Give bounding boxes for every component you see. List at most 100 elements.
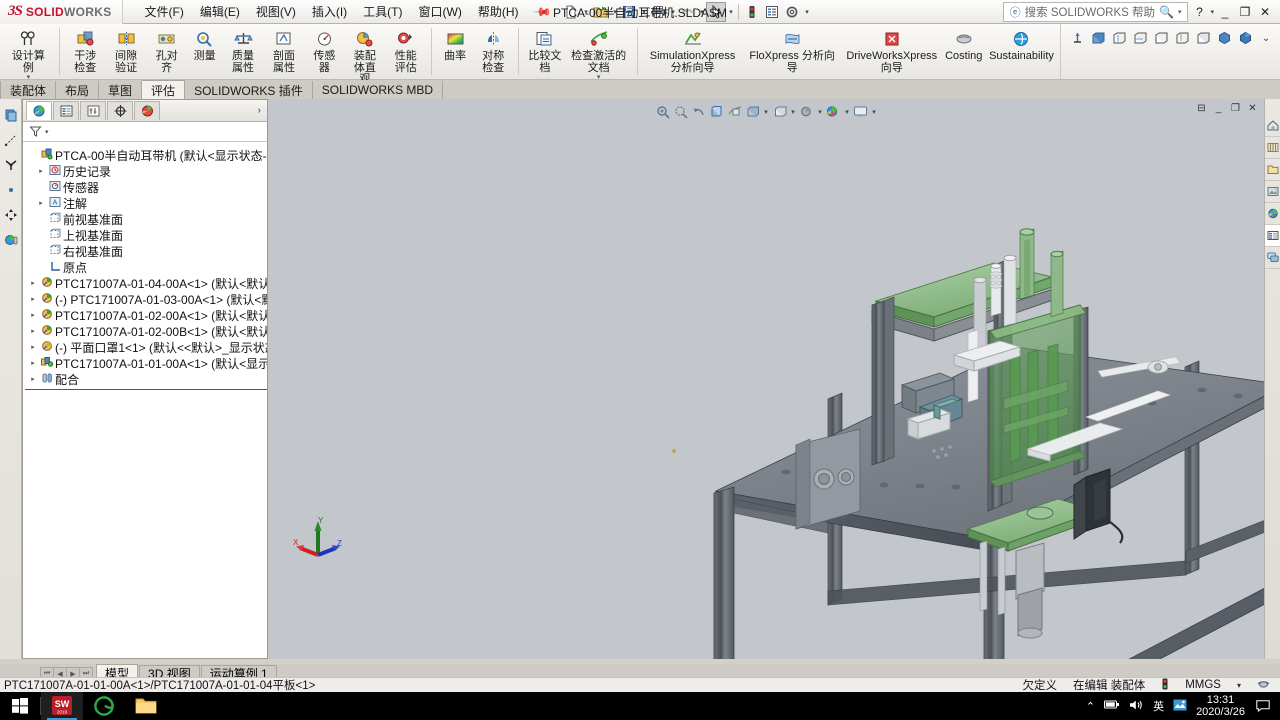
- hide-show-caret-icon[interactable]: ▾: [789, 108, 797, 116]
- menu-insert[interactable]: 插入(I): [304, 0, 355, 23]
- minimize-button[interactable]: _: [1216, 2, 1234, 22]
- tree-item-history[interactable]: ▸ 历史记录: [25, 163, 267, 179]
- sustainability-button[interactable]: Sustainability: [986, 26, 1057, 63]
- menu-view[interactable]: 视图(V): [248, 0, 304, 23]
- tree-item-annotations[interactable]: ▸ A 注解: [25, 195, 267, 211]
- tree-component-01-arrow[interactable]: ▸: [27, 359, 39, 367]
- solidworks-forum-icon[interactable]: [1265, 247, 1280, 269]
- select-button[interactable]: [706, 1, 727, 22]
- new-document-button[interactable]: [561, 2, 581, 22]
- zoom-to-area-icon[interactable]: [672, 103, 689, 120]
- tree-item-component-02-00a[interactable]: ▸ PTC171007A-01-02-00A<1> (默认<默认_显示: [25, 307, 267, 323]
- view-palette-pane-icon[interactable]: [1265, 181, 1280, 203]
- menu-help[interactable]: 帮助(H): [470, 0, 527, 23]
- viewport-maximize-button[interactable]: ❐: [1228, 101, 1243, 115]
- ime-panel-icon[interactable]: [1173, 699, 1187, 714]
- curvature-button[interactable]: 曲率: [437, 26, 473, 63]
- ime-language-icon[interactable]: 英: [1153, 698, 1164, 714]
- tree-item-component-03-00a[interactable]: ▸ (-) PTC171007A-01-03-00A<1> (默认<默认_显: [25, 291, 267, 307]
- tree-component-03-arrow[interactable]: ▸: [27, 295, 39, 303]
- rebuild-button[interactable]: [742, 2, 762, 22]
- help-caret-icon[interactable]: ▾: [1210, 8, 1214, 16]
- zoom-to-fit-icon[interactable]: [654, 103, 671, 120]
- print-caret-icon[interactable]: ▾: [668, 8, 677, 16]
- feature-filter-row[interactable]: ▾: [23, 122, 267, 142]
- battery-icon[interactable]: [1104, 699, 1120, 713]
- new-document-caret-icon[interactable]: ▾: [581, 8, 590, 16]
- restore-button[interactable]: ❐: [1236, 2, 1254, 22]
- apply-scene-caret-icon[interactable]: ▾: [843, 108, 851, 116]
- help-button[interactable]: ?: [1190, 2, 1208, 22]
- sensor-button[interactable]: 传感器: [304, 26, 344, 74]
- solidworks-resources-icon[interactable]: [1265, 115, 1280, 137]
- options-list-button[interactable]: [762, 2, 782, 22]
- section-properties-button[interactable]: 剖面属性: [264, 26, 305, 74]
- search-input[interactable]: 搜索 SOLIDWORKS 帮助: [1025, 4, 1155, 20]
- save-button[interactable]: [619, 2, 639, 22]
- tree-annotations-arrow[interactable]: ▸: [35, 199, 47, 207]
- performance-evaluation-button[interactable]: 性能评估: [385, 26, 426, 74]
- undo-button[interactable]: [677, 2, 697, 22]
- display-overlay-icon[interactable]: [1257, 678, 1270, 692]
- file-explorer-icon[interactable]: [1265, 159, 1280, 181]
- hide-show-items-icon[interactable]: [771, 103, 788, 120]
- tab-sketch[interactable]: 草图: [99, 81, 143, 99]
- feature-manager-tab[interactable]: [26, 101, 52, 120]
- view-palette-icon[interactable]: [3, 107, 19, 123]
- edit-appearance-caret-icon[interactable]: ▾: [816, 108, 824, 116]
- section-view-button[interactable]: [1067, 28, 1087, 48]
- tab-layout[interactable]: 布局: [56, 81, 100, 99]
- simulationxpress-button[interactable]: SimulationXpress 分析向导: [643, 26, 743, 74]
- options-caret-icon[interactable]: ▾: [802, 8, 811, 16]
- tree-component-02a-arrow[interactable]: ▸: [27, 311, 39, 319]
- close-button[interactable]: ✕: [1256, 2, 1274, 22]
- tree-component-04-arrow[interactable]: ▸: [27, 279, 39, 287]
- help-search-box[interactable]: ⓔ 搜索 SOLIDWORKS 帮助 🔍 ▾: [1002, 1, 1189, 22]
- apply-scene-icon[interactable]: [825, 103, 842, 120]
- tree-item-sensors[interactable]: 传感器: [25, 179, 267, 195]
- compare-documents-button[interactable]: 比较文档: [524, 26, 565, 74]
- tree-history-arrow[interactable]: ▸: [35, 167, 47, 175]
- dimension-line-icon[interactable]: [3, 132, 19, 148]
- search-icon[interactable]: 🔍: [1159, 5, 1174, 19]
- tab-solidworks-addins[interactable]: SOLIDWORKS 插件: [185, 81, 313, 99]
- measure-button[interactable]: 测量: [187, 26, 223, 63]
- design-study-button[interactable]: 设计算例 ▾: [3, 26, 54, 81]
- volume-icon[interactable]: [1129, 699, 1144, 714]
- tab-solidworks-mbd[interactable]: SOLIDWORKS MBD: [312, 81, 444, 99]
- tree-item-component-04-00a[interactable]: ▸ PTC171007A-01-04-00A<1> (默认<默认_显示: [25, 275, 267, 291]
- tree-root-assembly[interactable]: PTCA-00半自动耳带机 (默认<显示状态-1>): [25, 147, 267, 163]
- configuration-manager-tab[interactable]: [80, 101, 106, 120]
- tree-component-mask-arrow[interactable]: ▸: [27, 343, 39, 351]
- tab-evaluate[interactable]: 评估: [142, 80, 186, 99]
- open-document-caret-icon[interactable]: ▾: [610, 8, 619, 16]
- dimxpert-manager-tab[interactable]: [107, 101, 133, 120]
- taskbar-clock[interactable]: 13:31 2020/3/26: [1196, 694, 1245, 718]
- undo-caret-icon[interactable]: ▾: [697, 8, 706, 16]
- reference-geometry-icon[interactable]: [3, 157, 19, 173]
- display-style-caret-icon[interactable]: ▾: [762, 108, 770, 116]
- edit-appearance-icon[interactable]: [798, 103, 815, 120]
- menu-window[interactable]: 窗口(W): [411, 0, 470, 23]
- view-orientation-4-button[interactable]: [1151, 28, 1171, 48]
- isometric-view-button[interactable]: [1214, 28, 1234, 48]
- panel-expand-arrow-icon[interactable]: ›: [258, 105, 267, 116]
- select-caret-icon[interactable]: ▾: [726, 8, 735, 16]
- windows-start-icon[interactable]: [0, 692, 40, 720]
- taskbar-edge-browser[interactable]: [83, 692, 125, 720]
- point-icon[interactable]: [3, 182, 19, 198]
- tree-mates-arrow[interactable]: ▸: [27, 375, 39, 383]
- assembly-visualization-button[interactable]: 装配体直观: [344, 26, 385, 86]
- tree-item-component-01-00a[interactable]: ▸ PTC171007A-01-01-00A<1> (默认<显示状态: [25, 355, 267, 371]
- rebuild-indicator-icon[interactable]: [1161, 678, 1169, 693]
- menu-file[interactable]: 文件(F): [137, 0, 192, 23]
- design-library-icon[interactable]: [1265, 137, 1280, 159]
- tree-item-component-mask[interactable]: ▸ (-) 平面口罩1<1> (默认<<默认>_显示状态 1>): [25, 339, 267, 355]
- tree-item-right-plane[interactable]: 右视基准面: [25, 243, 267, 259]
- tree-component-02b-arrow[interactable]: ▸: [27, 327, 39, 335]
- viewport-close-button[interactable]: ✕: [1245, 101, 1260, 115]
- view-settings-icon[interactable]: [852, 103, 869, 120]
- previous-view-icon[interactable]: [690, 103, 707, 120]
- open-document-button[interactable]: [590, 2, 610, 22]
- check-active-document-button[interactable]: 检查激活的文档 ▾: [565, 26, 631, 81]
